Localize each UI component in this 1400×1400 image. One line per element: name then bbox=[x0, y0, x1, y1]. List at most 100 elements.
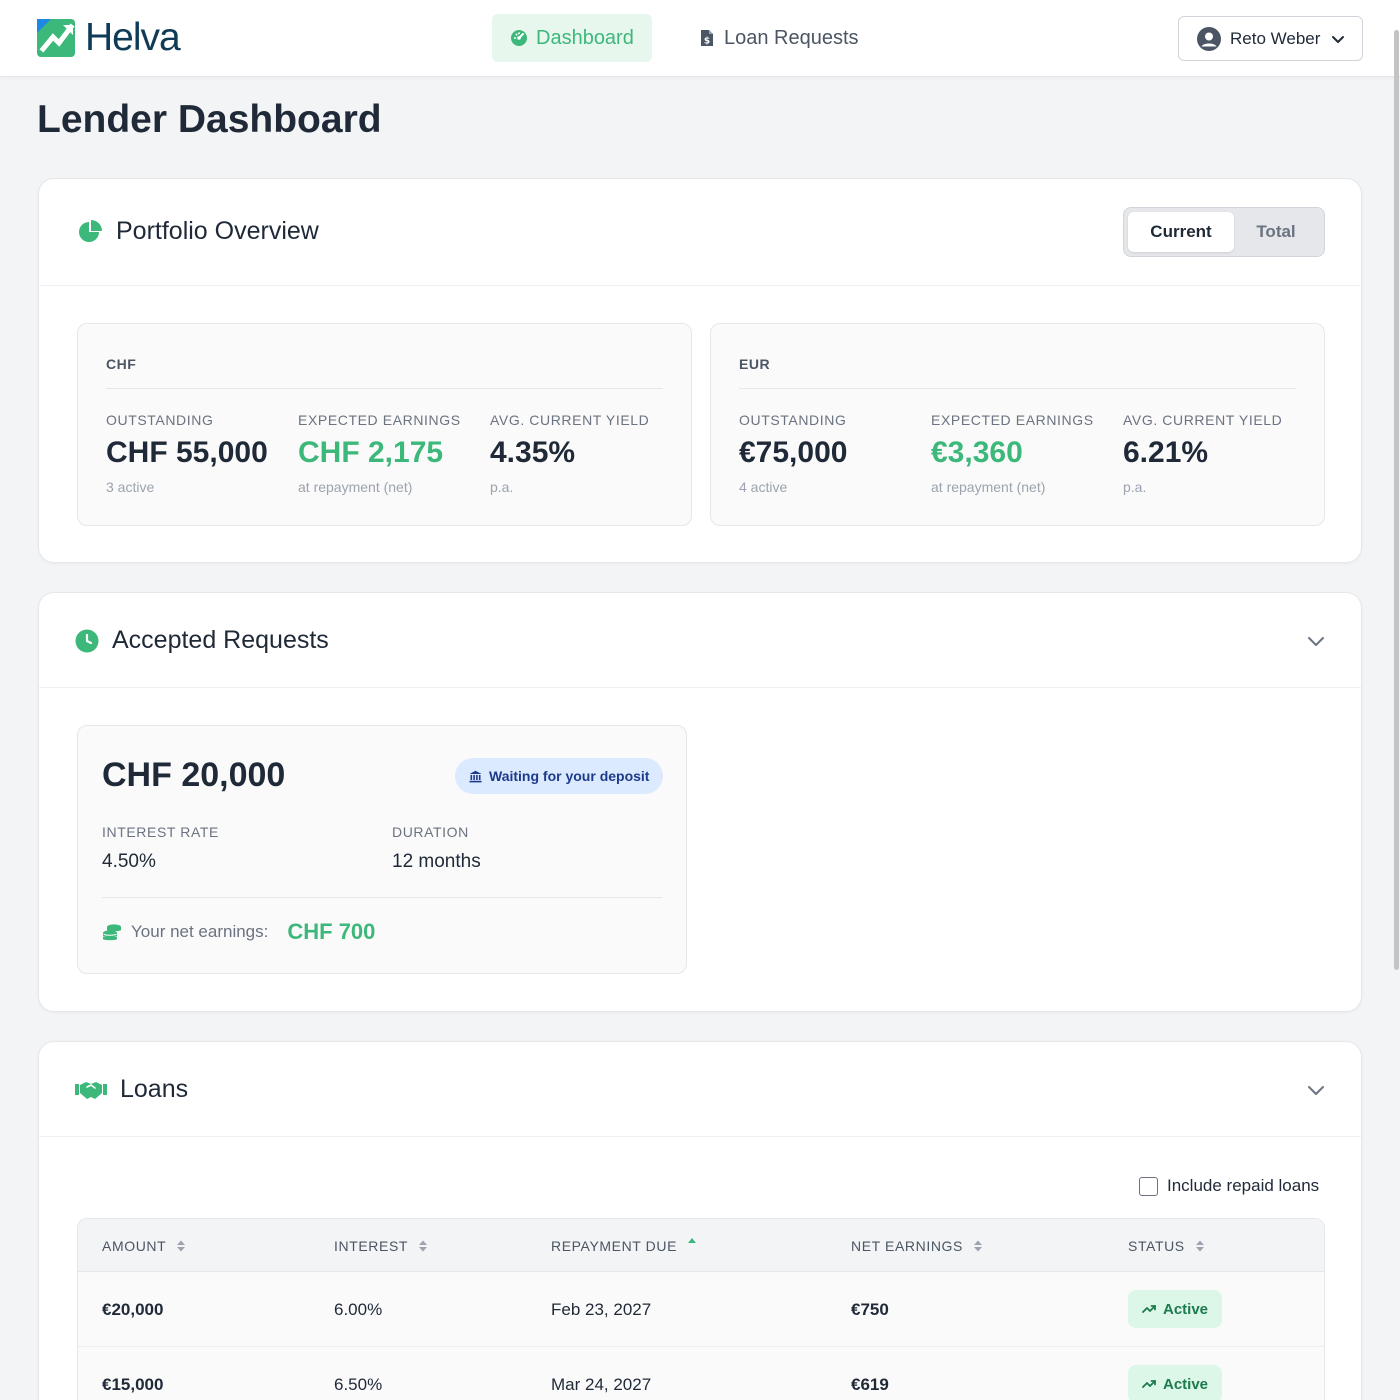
brand-name: Helva bbox=[85, 16, 181, 59]
cell-interest: 6.00% bbox=[334, 1299, 383, 1319]
stat-value: CHF 55,000 bbox=[106, 436, 268, 469]
divider bbox=[106, 388, 663, 389]
user-menu-button[interactable]: Reto Weber bbox=[1178, 16, 1363, 61]
stat-value: 6.21% bbox=[1123, 436, 1209, 469]
stat-sub: p.a. bbox=[490, 479, 514, 495]
page-scrollbar[interactable] bbox=[1394, 30, 1399, 970]
cell-interest: 6.50% bbox=[334, 1374, 383, 1394]
accepted-request-item[interactable]: CHF 20,000 Waiting for your deposit INTE… bbox=[77, 725, 687, 974]
clock-icon bbox=[75, 629, 99, 652]
stat-avg-yield: AVG. CURRENT YIELD 4.35% p.a. bbox=[490, 412, 649, 495]
document-dollar-icon: $ bbox=[701, 30, 713, 47]
stat-expected-earnings: EXPECTED EARNINGS CHF 2,175 at repayment… bbox=[298, 412, 461, 495]
status-badge-text: Active bbox=[1163, 1300, 1209, 1318]
nav-loan-requests[interactable]: $ Loan Requests bbox=[680, 14, 877, 62]
chevron-down-icon bbox=[1332, 35, 1345, 43]
stat-value: CHF 2,175 bbox=[298, 436, 444, 469]
toggle-total[interactable]: Total bbox=[1234, 212, 1318, 252]
currency-code: CHF bbox=[106, 356, 137, 372]
column-header-label: STATUS bbox=[1128, 1237, 1185, 1254]
sort-icon bbox=[177, 1240, 186, 1251]
stat-label: OUTSTANDING bbox=[106, 412, 214, 428]
column-header-label: REPAYMENT DUE bbox=[551, 1237, 678, 1254]
sort-icon bbox=[419, 1240, 428, 1251]
column-header-net-earnings[interactable]: NET EARNINGS bbox=[851, 1219, 983, 1272]
net-earnings-row: Your net earnings: CHF 700 bbox=[102, 919, 375, 945]
stat-sub: 4 active bbox=[739, 479, 788, 495]
accepted-requests-header[interactable]: Accepted Requests bbox=[39, 593, 1361, 688]
stat-label: AVG. CURRENT YIELD bbox=[1123, 412, 1283, 428]
brand-logo[interactable]: Helva bbox=[37, 16, 181, 59]
cell-net-earnings: €619 bbox=[851, 1374, 889, 1394]
accepted-requests-title: Accepted Requests bbox=[75, 626, 329, 655]
divider bbox=[739, 388, 1296, 389]
stat-sub: p.a. bbox=[1123, 479, 1147, 495]
svg-text:$: $ bbox=[704, 37, 710, 47]
logo-icon bbox=[37, 19, 75, 57]
include-repaid-checkbox[interactable] bbox=[1139, 1176, 1158, 1196]
trending-up-icon bbox=[1142, 1305, 1156, 1313]
coins-icon bbox=[103, 924, 121, 941]
page-title: Lender Dashboard bbox=[37, 98, 382, 141]
accepted-requests-title-text: Accepted Requests bbox=[112, 626, 329, 654]
duration-label: DURATION bbox=[392, 824, 469, 840]
request-amount: CHF 20,000 bbox=[102, 756, 286, 794]
cell-net-earnings: €750 bbox=[851, 1299, 889, 1319]
currency-summary-eur: EUR OUTSTANDING €75,000 4 active EXPECTE… bbox=[710, 323, 1325, 526]
status-badge: Active bbox=[1128, 1365, 1223, 1400]
toggle-current[interactable]: Current bbox=[1128, 212, 1234, 252]
sort-ascending-icon bbox=[688, 1237, 697, 1243]
collapse-chevron-icon[interactable] bbox=[1305, 630, 1327, 652]
divider bbox=[102, 897, 662, 898]
sort-icon bbox=[1195, 1240, 1204, 1251]
stat-outstanding: OUTSTANDING CHF 55,000 3 active bbox=[106, 412, 268, 495]
stat-avg-yield: AVG. CURRENT YIELD 6.21% p.a. bbox=[1123, 412, 1282, 495]
stat-value: 4.35% bbox=[490, 436, 576, 469]
column-header-status[interactable]: STATUS bbox=[1128, 1219, 1205, 1272]
currency-summary-chf: CHF OUTSTANDING CHF 55,000 3 active EXPE… bbox=[77, 323, 692, 526]
gauge-icon bbox=[511, 30, 527, 46]
nav-dashboard[interactable]: Dashboard bbox=[492, 14, 652, 62]
loans-title: Loans bbox=[75, 1075, 188, 1104]
table-row[interactable]: €20,000 6.00% Feb 23, 2027 €750 Active bbox=[78, 1272, 1324, 1347]
portfolio-overview-header: Portfolio Overview Current Total bbox=[39, 179, 1361, 286]
column-header-amount[interactable]: AMOUNT bbox=[102, 1219, 186, 1272]
net-earnings-value: CHF 700 bbox=[287, 919, 376, 944]
stat-label: EXPECTED EARNINGS bbox=[298, 412, 461, 428]
table-header: AMOUNT INTEREST REPAYMENT DUE NET EARNIN… bbox=[78, 1219, 1324, 1272]
status-badge: Waiting for your deposit bbox=[455, 758, 664, 794]
user-circle-icon bbox=[1197, 26, 1221, 51]
net-earnings-label: Your net earnings: bbox=[131, 922, 269, 941]
sort-icon bbox=[973, 1240, 982, 1251]
loans-table: AMOUNT INTEREST REPAYMENT DUE NET EARNIN… bbox=[77, 1218, 1325, 1400]
column-header-repayment-due[interactable]: REPAYMENT DUE bbox=[551, 1219, 697, 1272]
include-repaid-label: Include repaid loans bbox=[1167, 1176, 1320, 1195]
pie-chart-icon bbox=[79, 219, 102, 242]
bank-icon bbox=[469, 770, 482, 782]
collapse-chevron-icon[interactable] bbox=[1305, 1079, 1327, 1101]
status-badge-text: Active bbox=[1163, 1375, 1209, 1393]
duration-value: 12 months bbox=[392, 851, 481, 872]
stat-sub: at repayment (net) bbox=[298, 479, 413, 495]
stat-value: €3,360 bbox=[931, 436, 1023, 469]
include-repaid-toggle[interactable]: Include repaid loans bbox=[1139, 1176, 1319, 1196]
table-row[interactable]: €15,000 6.50% Mar 24, 2027 €619 Active bbox=[78, 1347, 1324, 1400]
loans-header[interactable]: Loans bbox=[39, 1042, 1361, 1137]
column-header-label: NET EARNINGS bbox=[851, 1237, 963, 1254]
stat-label: EXPECTED EARNINGS bbox=[931, 412, 1094, 428]
status-badge: Active bbox=[1128, 1290, 1223, 1328]
interest-rate-value: 4.50% bbox=[102, 851, 156, 872]
portfolio-view-toggle: Current Total bbox=[1123, 207, 1325, 257]
column-header-label: AMOUNT bbox=[102, 1237, 167, 1254]
stat-sub: 3 active bbox=[106, 479, 155, 495]
currency-code: EUR bbox=[739, 356, 771, 372]
stat-value: €75,000 bbox=[739, 436, 848, 469]
accepted-requests-card: Accepted Requests CHF 20,000 Waiting for… bbox=[38, 592, 1362, 1012]
column-header-interest[interactable]: INTEREST bbox=[334, 1219, 428, 1272]
status-badge-text: Waiting for your deposit bbox=[489, 768, 650, 784]
handshake-icon bbox=[75, 1081, 107, 1099]
cell-amount: €20,000 bbox=[102, 1299, 164, 1319]
portfolio-overview-title: Portfolio Overview bbox=[77, 217, 319, 246]
stat-outstanding: OUTSTANDING €75,000 4 active bbox=[739, 412, 847, 495]
stat-label: OUTSTANDING bbox=[739, 412, 847, 428]
